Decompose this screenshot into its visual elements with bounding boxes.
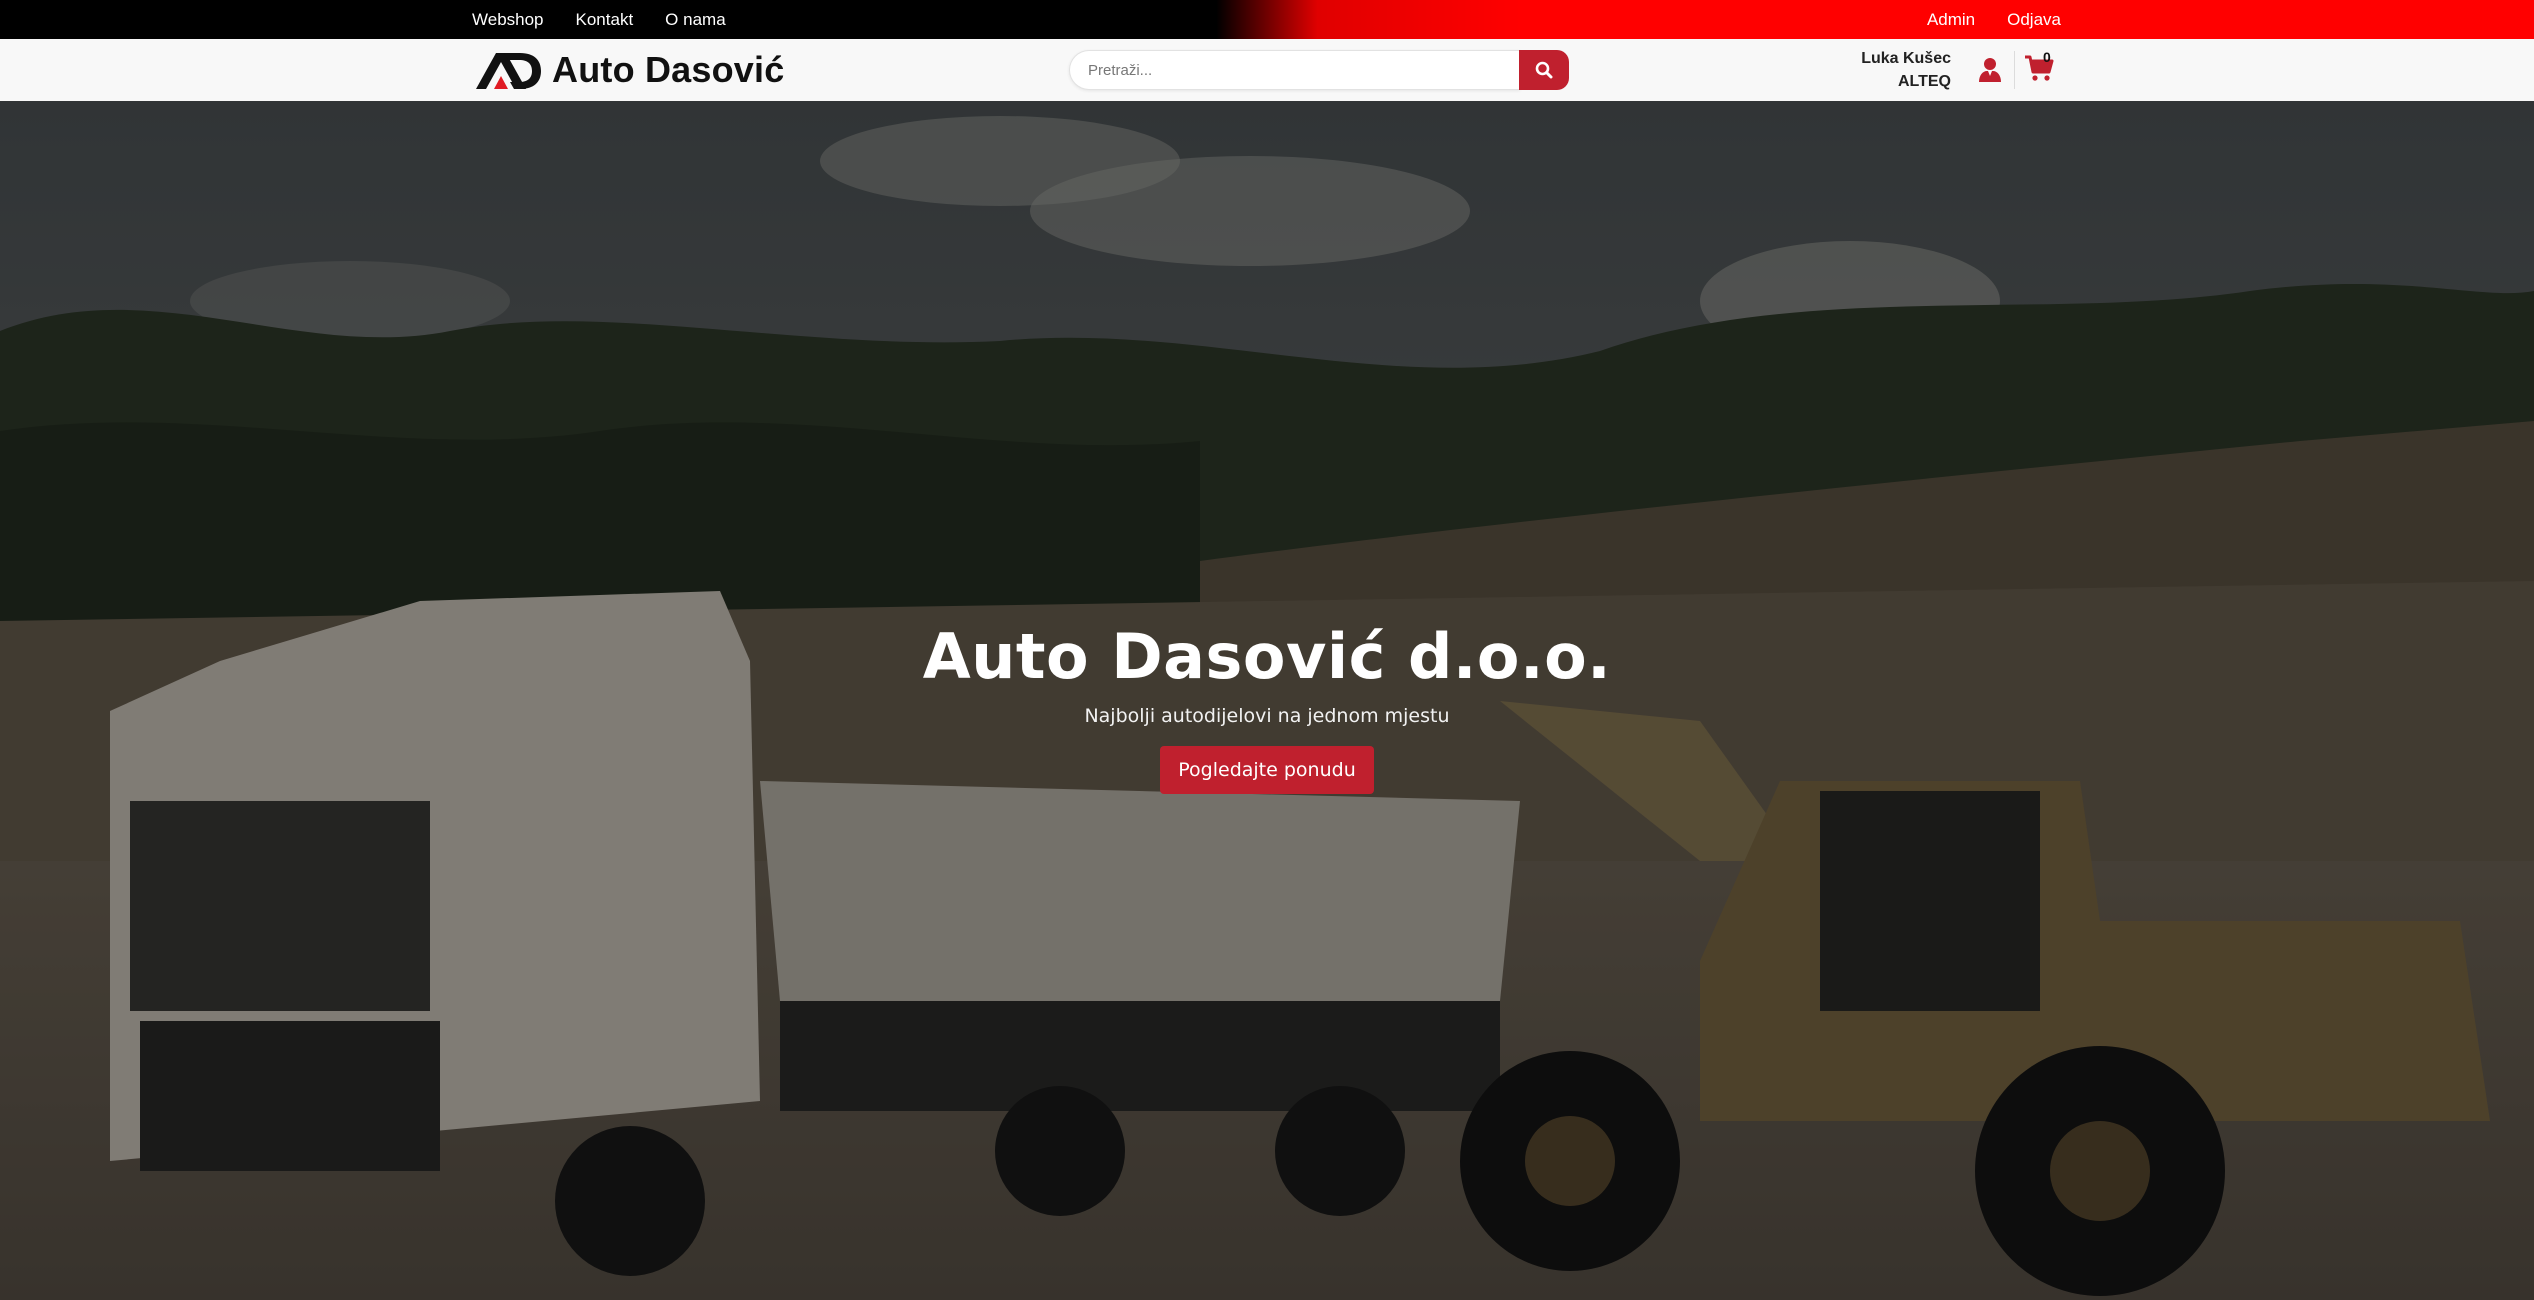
view-offer-button[interactable]: Pogledajte ponudu bbox=[1160, 746, 1374, 794]
top-nav-right: Admin Odjava bbox=[1927, 0, 2061, 39]
hero-section: Auto Dasović d.o.o. Najbolji autodijelov… bbox=[0, 101, 2534, 1300]
top-nav-left: Webshop Kontakt O nama bbox=[472, 0, 726, 39]
nav-link-kontakt[interactable]: Kontakt bbox=[576, 10, 634, 30]
site-header: Auto Dasović Luka Kušec ALTEQ 0 bbox=[0, 39, 2534, 102]
logo-mark-icon bbox=[476, 53, 541, 89]
user-account-button[interactable] bbox=[1975, 54, 2005, 86]
user-name: Luka Kušec bbox=[1861, 50, 1951, 67]
user-icon bbox=[1979, 58, 2001, 82]
search-icon bbox=[1535, 61, 1553, 79]
search-button[interactable] bbox=[1519, 50, 1569, 90]
logged-in-user-info: Luka Kušec ALTEQ bbox=[1861, 47, 1951, 93]
site-logo[interactable]: Auto Dasović bbox=[474, 49, 784, 91]
nav-link-webshop[interactable]: Webshop bbox=[472, 10, 544, 30]
logo-text: Auto Dasović bbox=[552, 49, 785, 90]
cart-count-badge: 0 bbox=[2043, 49, 2051, 65]
nav-link-admin[interactable]: Admin bbox=[1927, 10, 1975, 30]
search-bar bbox=[1069, 50, 1569, 90]
header-divider bbox=[2014, 51, 2015, 89]
top-navigation-bar: Webshop Kontakt O nama Admin Odjava bbox=[0, 0, 2534, 39]
nav-link-o-nama[interactable]: O nama bbox=[665, 10, 725, 30]
search-input[interactable] bbox=[1069, 50, 1520, 90]
hero-subtitle: Najbolji autodijelovi na jednom mjestu bbox=[1084, 705, 1450, 727]
cart-button[interactable] bbox=[2024, 53, 2060, 87]
hero-content: Auto Dasović d.o.o. Najbolji autodijelov… bbox=[0, 619, 2534, 794]
hero-title: Auto Dasović d.o.o. bbox=[922, 620, 1612, 693]
nav-link-odjava[interactable]: Odjava bbox=[2007, 10, 2061, 30]
user-company: ALTEQ bbox=[1897, 73, 1951, 90]
